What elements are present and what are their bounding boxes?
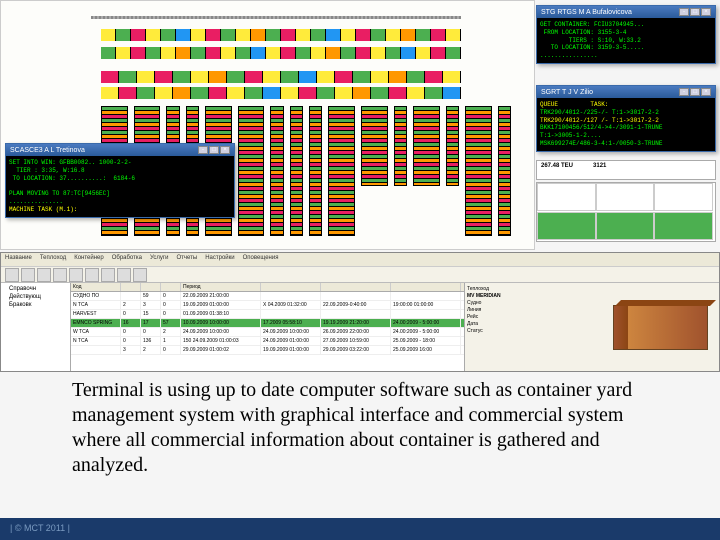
table-row[interactable]: N TCA01361150 24.09.2009 01:00:0324.09.2… — [71, 337, 464, 346]
table-row[interactable]: N TCA23019.09.2009 01:00:00X 04.2009 01:… — [71, 301, 464, 310]
menu-item[interactable]: Настройки — [205, 255, 234, 264]
close-icon[interactable]: × — [701, 88, 711, 96]
maximize-icon[interactable]: □ — [690, 88, 700, 96]
window-title: STG RTGS M A Bufalovicova — [541, 9, 632, 16]
tree-item[interactable]: Справочн — [3, 285, 68, 293]
grid-cell[interactable] — [596, 183, 655, 211]
menu-item[interactable]: Обработка — [112, 255, 142, 264]
teu-summary-panel: 267.48 TEU 3121 — [536, 160, 716, 180]
toolbar[interactable] — [1, 267, 719, 283]
navigation-tree[interactable]: Справочн Действующ Браковк — [1, 283, 71, 371]
container-preview — [605, 283, 715, 371]
slide-caption: Terminal is using up to date computer so… — [72, 378, 652, 478]
table-row[interactable]: СУДНО ПО59022.09.2009 21:00:00 — [71, 292, 464, 301]
menu-item[interactable]: Оповещения — [243, 255, 279, 264]
menu-item[interactable]: Контейнер — [74, 255, 104, 264]
table-row[interactable]: EMNCO SPRING16175710.09.2009 10:00:0017.… — [71, 319, 464, 328]
minimize-icon[interactable]: - — [198, 146, 208, 154]
crane-rail — [91, 16, 461, 19]
toolbar-button[interactable] — [53, 268, 67, 282]
menu-item[interactable]: Отчеты — [176, 255, 197, 264]
detail-panel: Теплоход MV MERIDIAN Судно Линия Рейс Да… — [464, 283, 719, 371]
minimize-icon[interactable]: - — [679, 8, 689, 16]
tree-item[interactable]: Браковк — [3, 301, 68, 309]
grid-cell-active[interactable] — [596, 212, 655, 240]
toolbar-button[interactable] — [101, 268, 115, 282]
slide-footer: | © MCT 2011 | — [0, 518, 720, 540]
close-icon[interactable]: × — [220, 146, 230, 154]
tree-item[interactable]: Действующ — [3, 293, 68, 301]
terminal-window-scan[interactable]: SCASCE3 A L Tretinova - □ × SET INTO WIN… — [5, 143, 235, 218]
window-title: SGRT T J V Zilio — [541, 89, 593, 96]
menu-item[interactable]: Название — [5, 255, 32, 264]
table-row[interactable]: 32029.09.2009 01:00:0219.09.2009 01:00:0… — [71, 346, 464, 355]
teu-value: 3121 — [593, 163, 606, 169]
detail-value: MV MERIDIAN — [467, 292, 603, 299]
toolbar-button[interactable] — [5, 268, 19, 282]
toolbar-button[interactable] — [21, 268, 35, 282]
data-table[interactable]: КодПериод СУДНО ПО59022.09.2009 21:00:00… — [71, 283, 464, 371]
menu-item[interactable]: Услуги — [150, 255, 168, 264]
minimize-icon[interactable]: - — [679, 88, 689, 96]
detail-label: Теплоход — [467, 285, 603, 292]
stack-row — [101, 29, 461, 41]
terminal-body: SET INTO WIN: GFBB0082.. 1000-2-2- TIER … — [6, 156, 234, 217]
terminal-window-queue[interactable]: SGRT T J V Zilio - □ × QUEUE TASK: TRK29… — [536, 85, 716, 152]
grid-cell[interactable] — [537, 183, 596, 211]
maximize-icon[interactable]: □ — [690, 8, 700, 16]
table-row[interactable]: HARVEST015001.09.2009 01:38:10 — [71, 310, 464, 319]
teu-label: 267.48 TEU — [541, 163, 573, 169]
container-3d-icon — [613, 305, 708, 350]
grid-cell-active[interactable] — [654, 212, 713, 240]
toolbar-button[interactable] — [133, 268, 147, 282]
terminal-body: GET CONTAINER: FCIU3704945... FROM LOCAT… — [537, 18, 715, 63]
commercial-system-window[interactable]: Название Теплоход Контейнер Обработка Ус… — [0, 252, 720, 372]
maximize-icon[interactable]: □ — [209, 146, 219, 154]
toolbar-button[interactable] — [85, 268, 99, 282]
stack-row — [101, 71, 461, 83]
close-icon[interactable]: × — [701, 8, 711, 16]
grid-cell[interactable] — [654, 183, 713, 211]
table-row[interactable]: W TCA00224.09.2009 10:00:0024.09.2009 10… — [71, 328, 464, 337]
toolbar-button[interactable] — [117, 268, 131, 282]
container-grid-panel[interactable] — [536, 182, 716, 242]
menu-item[interactable]: Теплоход — [40, 255, 66, 264]
toolbar-button[interactable] — [37, 268, 51, 282]
grid-cell-active[interactable] — [537, 212, 596, 240]
menu-bar[interactable]: Название Теплоход Контейнер Обработка Ус… — [1, 253, 719, 267]
table-header: КодПериод — [71, 283, 464, 292]
window-title: SCASCE3 A L Tretinova — [10, 147, 85, 154]
stack-row — [101, 47, 461, 59]
terminal-window-rtg[interactable]: STG RTGS M A Bufalovicova - □ × GET CONT… — [536, 5, 716, 64]
stack-row — [101, 87, 461, 99]
terminal-body: QUEUE TASK: TRK290/4012-/225-/- T:1->301… — [537, 98, 715, 151]
toolbar-button[interactable] — [69, 268, 83, 282]
